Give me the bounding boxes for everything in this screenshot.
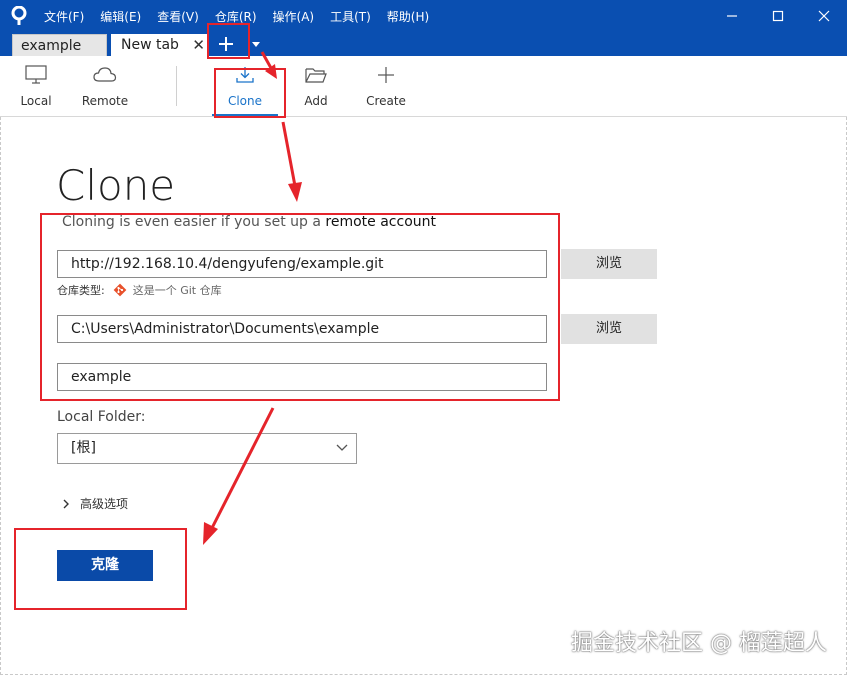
arrow-to-fields <box>281 121 302 202</box>
arrow-to-clone-tab <box>260 51 277 79</box>
arrow-to-clone-button <box>203 407 275 545</box>
watermark: 掘金技术社区 @ 榴莲超人 <box>571 631 827 656</box>
annotation-arrows <box>203 51 302 545</box>
